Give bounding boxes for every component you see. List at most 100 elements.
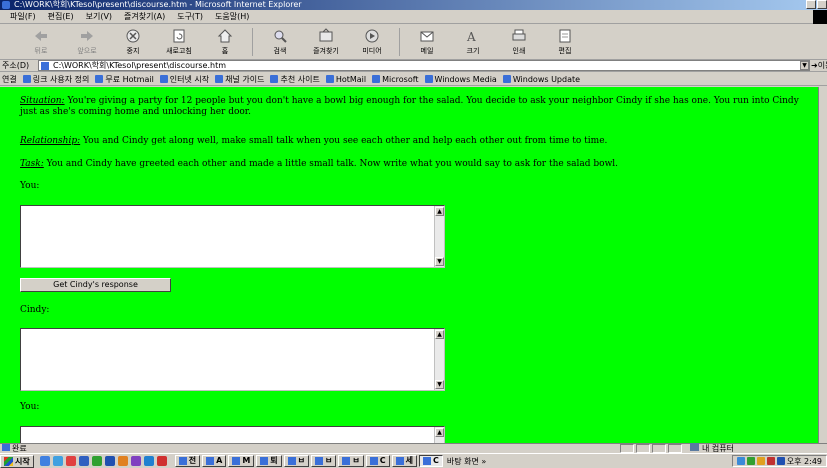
textarea-scrollbar[interactable]: ▲ ▼: [434, 206, 444, 267]
scroll-down-icon[interactable]: ▼: [435, 257, 444, 266]
task-button[interactable]: 퇴: [256, 455, 282, 467]
link-item[interactable]: Microsoft: [372, 75, 419, 84]
link-item[interactable]: Windows Media: [424, 75, 497, 84]
home-button[interactable]: 홈: [202, 24, 248, 58]
tray-icon[interactable]: [766, 457, 775, 465]
situation-paragraph: Situation: You're giving a party for 12 …: [20, 96, 810, 118]
page-scrollbar[interactable]: [818, 87, 827, 443]
ie-page-icon: [270, 75, 279, 83]
print-icon: [512, 29, 526, 41]
quick-launch-icon[interactable]: [65, 456, 76, 466]
quick-launch-icon[interactable]: [156, 456, 167, 466]
app-icon: [342, 457, 351, 465]
favorites-button[interactable]: 즐겨찾기: [303, 24, 349, 58]
maximize-button[interactable]: [817, 0, 827, 9]
desktop-toolbar-label[interactable]: 바탕 화면 »: [447, 456, 486, 467]
address-dropdown-button[interactable]: ▼: [800, 61, 809, 70]
edit-icon: [559, 29, 571, 43]
scroll-down-icon[interactable]: ▼: [435, 380, 444, 389]
scroll-up-icon[interactable]: ▲: [435, 428, 444, 437]
scroll-up-icon[interactable]: ▲: [435, 207, 444, 216]
address-input[interactable]: C:\WORK\학회\KTesol\present\discourse.htm: [38, 60, 810, 71]
quick-launch-icon[interactable]: [39, 456, 50, 466]
quick-launch-icon[interactable]: [104, 456, 115, 466]
scroll-up-icon[interactable]: ▲: [435, 330, 444, 339]
ie-page-icon: [22, 75, 31, 83]
quick-launch-icon[interactable]: [143, 456, 154, 466]
you-label-second: You:: [20, 402, 40, 412]
menu-view[interactable]: 보기(V): [86, 11, 112, 22]
menu-bar: 파일(F) 편집(E) 보기(V) 즐겨찾기(A) 도구(T) 도움말(H): [0, 10, 827, 24]
forward-button[interactable]: 앞으로: [64, 24, 110, 58]
minimize-button[interactable]: [806, 0, 816, 9]
tray-icon[interactable]: [746, 457, 755, 465]
textarea-scrollbar[interactable]: ▲: [434, 427, 444, 443]
task-button[interactable]: ㅂ: [283, 455, 310, 467]
app-icon: [260, 457, 269, 465]
menu-tools[interactable]: 도구(T): [177, 11, 203, 22]
font-size-button[interactable]: A 크기: [450, 24, 496, 58]
quick-launch-icon[interactable]: [78, 456, 89, 466]
quick-launch-icon[interactable]: [52, 456, 63, 466]
menu-help[interactable]: 도움말(H): [215, 11, 249, 22]
link-item[interactable]: 추천 사이트: [270, 74, 320, 85]
clock[interactable]: 오후 2:49: [787, 456, 822, 467]
link-item[interactable]: 채널 가이드: [215, 74, 264, 85]
refresh-icon: [173, 29, 185, 43]
status-cells: [620, 444, 682, 453]
cindy-response-textarea[interactable]: ▲ ▼: [20, 328, 445, 391]
edit-button[interactable]: 편집: [542, 24, 588, 58]
textarea-scrollbar[interactable]: ▲ ▼: [434, 329, 444, 390]
ie-page-icon: [424, 75, 433, 83]
task-text: You and Cindy have greeted each other an…: [43, 159, 619, 169]
go-button[interactable]: ➜이동: [811, 60, 827, 71]
start-button[interactable]: 시작: [0, 454, 34, 468]
task-button[interactable]: A: [202, 455, 227, 467]
task-button[interactable]: C: [365, 455, 390, 467]
get-response-button[interactable]: Get Cindy's response: [20, 278, 171, 292]
ie-page-icon: [95, 75, 104, 83]
tray-icon[interactable]: [776, 457, 785, 465]
you-response-textarea[interactable]: ▲ ▼: [20, 205, 445, 268]
mail-button[interactable]: 메일: [404, 24, 450, 58]
situation-tag: Situation:: [20, 96, 65, 106]
link-item[interactable]: 인터넷 시작: [159, 74, 209, 85]
font-size-icon: A: [466, 30, 476, 44]
link-item[interactable]: 무료 Hotmail: [95, 74, 154, 85]
you-label: You:: [20, 181, 40, 191]
tray-icon[interactable]: [736, 457, 745, 465]
app-icon: [178, 457, 187, 465]
stop-button[interactable]: 중지: [110, 24, 156, 58]
refresh-button[interactable]: 새로고침: [156, 24, 202, 58]
search-button[interactable]: 검색: [257, 24, 303, 58]
relationship-text: You and Cindy get along well, make small…: [80, 136, 608, 146]
quick-launch-icon[interactable]: [91, 456, 102, 466]
task-button[interactable]: 전: [174, 455, 201, 467]
quick-launch-icon[interactable]: [117, 456, 128, 466]
relationship-paragraph: Relationship: You and Cindy get along we…: [20, 136, 810, 147]
tray-icon[interactable]: [756, 457, 765, 465]
media-button[interactable]: 미디어: [349, 24, 395, 58]
quick-launch-icon[interactable]: [130, 456, 141, 466]
link-item[interactable]: 링크 사용자 정의: [22, 74, 89, 85]
app-icon: [232, 457, 241, 465]
link-item[interactable]: Windows Update: [502, 75, 580, 84]
task-button[interactable]: M: [228, 455, 255, 467]
menu-favorites[interactable]: 즐겨찾기(A): [124, 11, 165, 22]
cindy-label: Cindy:: [20, 305, 50, 315]
done-page-icon: [2, 444, 10, 451]
task-tag: Task:: [20, 159, 44, 169]
task-button[interactable]: 세: [391, 455, 418, 467]
you-second-textarea[interactable]: ▲: [20, 426, 445, 443]
quick-launch: [39, 456, 167, 466]
link-item[interactable]: HotMail: [325, 75, 366, 84]
links-label: 연결: [2, 74, 17, 84]
task-button[interactable]: ㅂ: [338, 455, 364, 467]
menu-edit[interactable]: 편집(E): [48, 11, 74, 22]
print-button[interactable]: 인쇄: [496, 24, 542, 58]
relationship-tag: Relationship:: [20, 136, 81, 146]
menu-file[interactable]: 파일(F): [10, 11, 36, 22]
task-button-active[interactable]: C: [419, 455, 443, 467]
task-button[interactable]: ㅂ: [311, 455, 337, 467]
back-button[interactable]: 뒤로: [18, 24, 64, 58]
